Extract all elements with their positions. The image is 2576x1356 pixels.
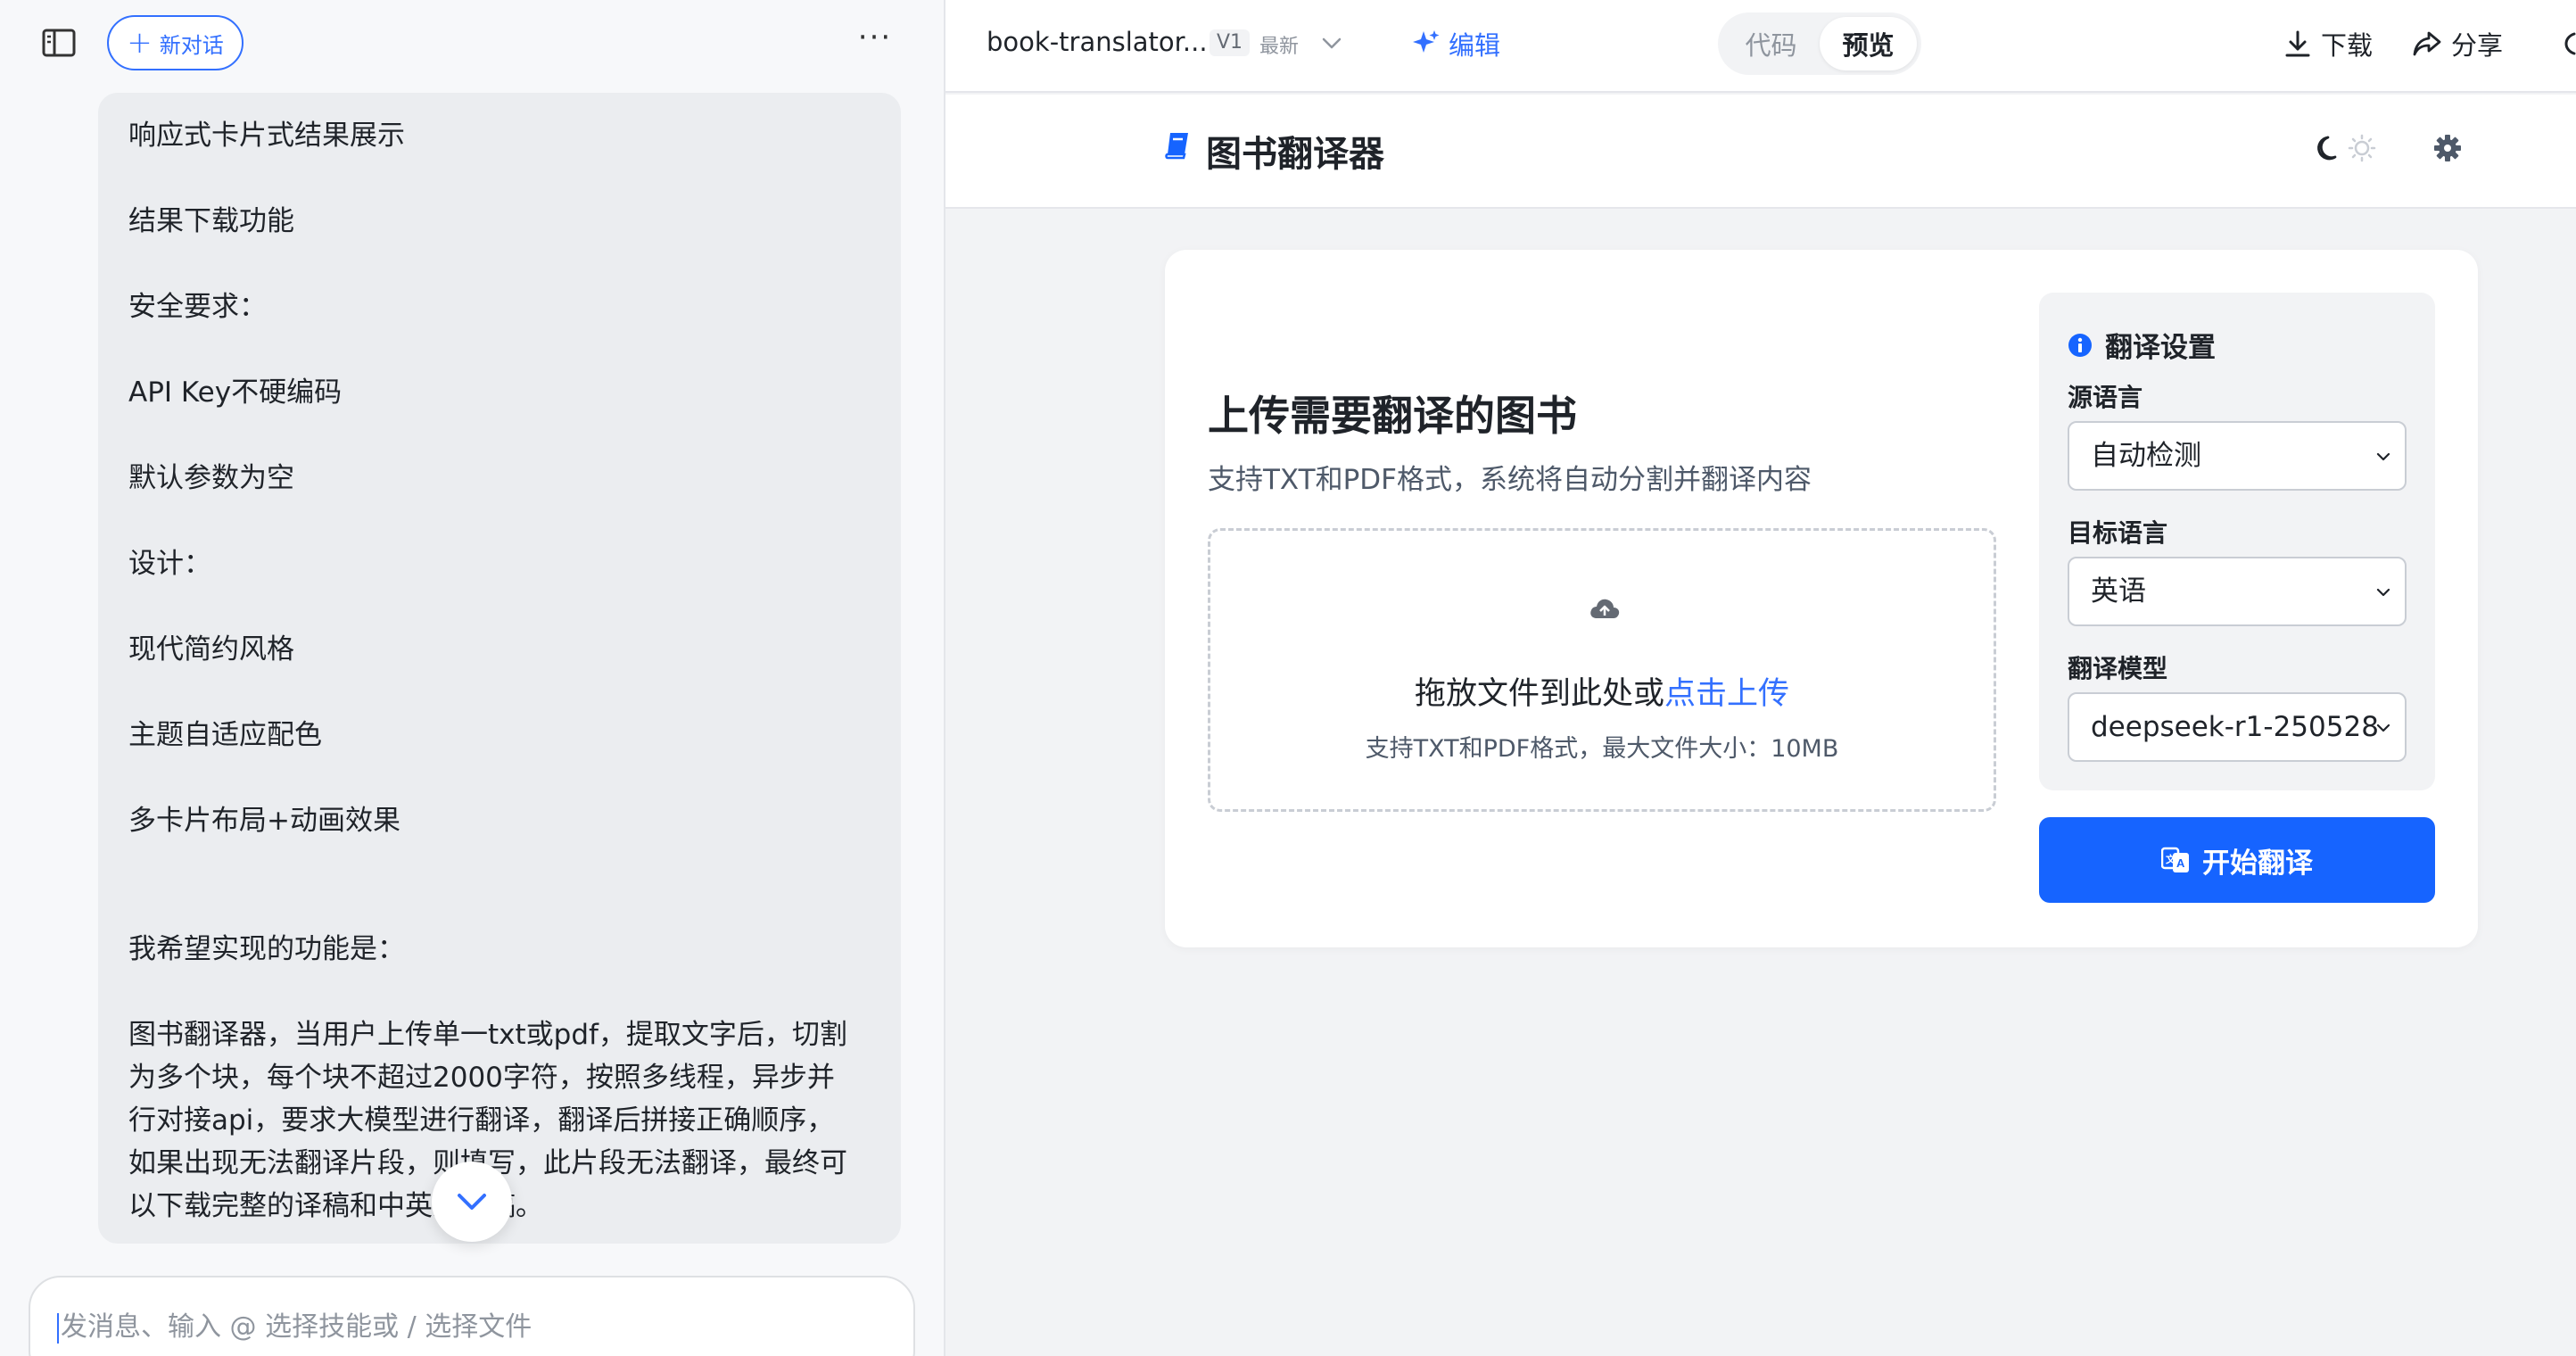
target-language-value: 英语: [2091, 575, 2146, 608]
download-button[interactable]: 下载: [2283, 25, 2373, 62]
book-icon: [1165, 133, 1188, 160]
chevron-down-icon: [458, 1194, 486, 1210]
preview-toolbar: book-translator... V1 最新 编辑 代码 预览 下载 分享: [945, 0, 2576, 93]
start-translation-button[interactable]: 文A 开始翻译: [2039, 817, 2435, 903]
svg-text:文: 文: [2166, 853, 2176, 865]
sidebar-toggle-icon[interactable]: [41, 25, 77, 61]
translate-icon: 文A: [2161, 847, 2189, 872]
share-icon: [2413, 31, 2441, 56]
tab-preview[interactable]: 预览: [1820, 17, 1917, 70]
chevron-down-icon: [2376, 588, 2390, 597]
share-button[interactable]: 分享: [2412, 25, 2503, 62]
chat-panel: + 新对话 ··· 响应式卡片式结果展示 结果下载功能 安全要求： API Ke…: [0, 0, 944, 1356]
app-header: 图书翻译器: [945, 95, 2576, 209]
message-line: API Key不硬编码: [128, 376, 343, 409]
upload-subtitle: 支持TXT和PDF格式，系统将自动分割并翻译内容: [1208, 464, 1812, 496]
chat-header: + 新对话 ···: [0, 0, 944, 86]
message-line: 主题自适应配色: [128, 719, 322, 751]
download-label: 下载: [2321, 30, 2374, 61]
upload-title: 上传需要翻译的图书: [1208, 392, 1577, 440]
cloud-upload-icon: [1590, 599, 1620, 618]
new-chat-button[interactable]: + 新对话: [107, 15, 244, 70]
message-line: 现代简约风格: [128, 633, 294, 666]
message-line: 设计：: [128, 548, 211, 580]
message-line: 为多个块，每个块不超过2000字符，按照多线程，异步并: [128, 1062, 835, 1094]
settings-title-text: 翻译设置: [2105, 332, 2216, 364]
chat-input[interactable]: 发消息、输入 @ 选择技能或 / 选择文件: [29, 1276, 915, 1356]
plus-icon: +: [127, 25, 153, 61]
share-label: 分享: [2451, 30, 2504, 61]
message-line: 响应式卡片式结果展示: [128, 120, 405, 152]
app-title: 图书翻译器: [1206, 134, 1384, 175]
sun-icon[interactable]: [2348, 134, 2376, 162]
gear-icon[interactable]: [2433, 134, 2462, 162]
latest-label: 最新: [1259, 36, 1300, 58]
target-language-label: 目标语言: [2068, 518, 2168, 548]
text-caret: [57, 1312, 59, 1344]
chevron-down-icon[interactable]: [1320, 32, 1343, 55]
target-language-select[interactable]: 英语: [2068, 557, 2407, 626]
info-icon: [2068, 333, 2092, 357]
download-icon: [2285, 30, 2310, 57]
user-message-bubble: 响应式卡片式结果展示 结果下载功能 安全要求： API Key不硬编码 默认参数…: [98, 93, 901, 1244]
scroll-down-button[interactable]: [432, 1162, 512, 1242]
more-options-button[interactable]: ···: [853, 21, 897, 66]
click-upload-link[interactable]: 点击上传: [1664, 676, 1789, 712]
start-translation-label: 开始翻译: [2202, 847, 2313, 880]
chat-input-placeholder: 发消息、输入 @ 选择技能或 / 选择文件: [61, 1311, 533, 1343]
source-language-value: 自动检测: [2091, 440, 2201, 472]
edit-button[interactable]: 编辑: [1411, 25, 1500, 62]
chevron-down-icon: [2376, 723, 2390, 732]
model-value: deepseek-r1-250528: [2091, 711, 2379, 743]
file-dropzone[interactable]: 拖放文件到此处或点击上传 支持TXT和PDF格式，最大文件大小：10MB: [1208, 528, 1996, 812]
message-line: 安全要求：: [128, 291, 267, 323]
source-language-select[interactable]: 自动检测: [2068, 421, 2407, 491]
dropzone-hint: 支持TXT和PDF格式，最大文件大小：10MB: [1365, 735, 1839, 763]
message-line: 行对接api，要求大模型进行翻译，翻译后拼接正确顺序，: [128, 1104, 835, 1137]
settings-title: 翻译设置: [2068, 325, 2216, 365]
chevron-down-icon: [2376, 452, 2390, 461]
moon-icon[interactable]: [2316, 134, 2344, 162]
dropzone-prompt: 拖放文件到此处或: [1414, 676, 1664, 712]
message-line: 默认参数为空: [128, 462, 294, 494]
model-select[interactable]: deepseek-r1-250528: [2068, 692, 2407, 762]
translation-settings: 翻译设置 源语言 自动检测 目标语言 英语 翻译模型 deepseek-r1-2…: [2039, 293, 2435, 790]
dropzone-text: 拖放文件到此处或点击上传: [1210, 668, 1994, 714]
sparkle-icon: [1413, 30, 1440, 53]
tab-code[interactable]: 代码: [1722, 17, 1820, 70]
message-line: 结果下载功能: [128, 205, 294, 237]
upload-card: 上传需要翻译的图书 支持TXT和PDF格式，系统将自动分割并翻译内容 拖放文件到…: [1165, 250, 2478, 947]
message-line: 我希望实现的功能是：: [128, 933, 405, 965]
version-badge: V1: [1210, 29, 1251, 56]
view-toggle: 代码 预览: [1718, 12, 1921, 75]
message-line: 图书翻译器，当用户上传单一txt或pdf，提取文字后，切割: [128, 1019, 847, 1051]
svg-text:A: A: [2176, 856, 2185, 870]
message-line: 多卡片布局+动画效果: [128, 805, 400, 837]
fullscreen-icon[interactable]: [2558, 30, 2576, 57]
source-language-label: 源语言: [2068, 383, 2143, 412]
model-label: 翻译模型: [2068, 654, 2168, 683]
new-chat-label: 新对话: [159, 32, 224, 58]
edit-label: 编辑: [1449, 30, 1501, 61]
file-name[interactable]: book-translator...: [987, 27, 1208, 57]
preview-panel: book-translator... V1 最新 编辑 代码 预览 下载 分享 …: [945, 0, 2576, 1356]
